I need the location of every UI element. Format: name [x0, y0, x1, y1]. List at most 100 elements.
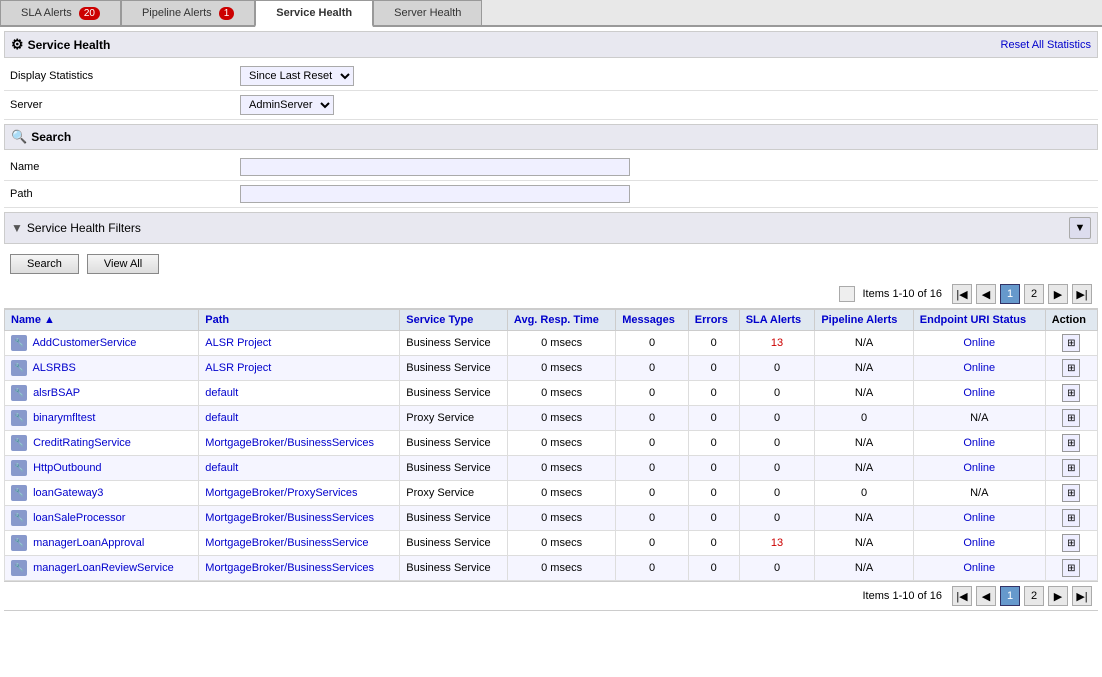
search-button[interactable]: Search	[10, 254, 79, 274]
cell-action[interactable]: ⊞	[1045, 556, 1097, 581]
first-page-button-top[interactable]: |◀	[952, 284, 972, 304]
prev-page-button-bottom[interactable]: ◀	[976, 586, 996, 606]
path-input[interactable]	[240, 185, 630, 203]
cell-action[interactable]: ⊞	[1045, 406, 1097, 431]
path-link[interactable]: MortgageBroker/BusinessServices	[205, 512, 374, 524]
cell-action[interactable]: ⊞	[1045, 356, 1097, 381]
service-name-link[interactable]: binarymfltest	[33, 412, 95, 424]
path-link[interactable]: default	[205, 387, 238, 399]
service-name-link[interactable]: CreditRatingService	[33, 437, 131, 449]
path-link[interactable]: default	[205, 462, 238, 474]
service-name-link[interactable]: loanGateway3	[33, 487, 103, 499]
cell-action[interactable]: ⊞	[1045, 481, 1097, 506]
page-1-button-top[interactable]: 1	[1000, 284, 1020, 304]
path-link[interactable]: MortgageBroker/BusinessServices	[205, 562, 374, 574]
search-section-header[interactable]: 🔍 Search	[4, 124, 1098, 150]
service-name-link[interactable]: AddCustomerService	[32, 337, 136, 349]
cell-service-type: Proxy Service	[400, 406, 508, 431]
path-sort-link[interactable]: Path	[205, 314, 229, 326]
service-name-link[interactable]: HttpOutbound	[33, 462, 102, 474]
path-link[interactable]: default	[205, 412, 238, 424]
cell-name: 🔧 AddCustomerService	[5, 331, 199, 356]
name-label: Name	[10, 161, 240, 173]
sla-alerts-sort-link[interactable]: SLA Alerts	[746, 314, 801, 326]
action-icon[interactable]: ⊞	[1062, 459, 1080, 477]
service-name-link[interactable]: managerLoanReviewService	[33, 562, 174, 574]
first-page-button-bottom[interactable]: |◀	[952, 586, 972, 606]
cell-sla-alerts: 0	[739, 456, 815, 481]
messages-sort-link[interactable]: Messages	[622, 314, 675, 326]
cell-action[interactable]: ⊞	[1045, 381, 1097, 406]
last-page-button-bottom[interactable]: ▶|	[1072, 586, 1092, 606]
cell-errors: 0	[688, 381, 739, 406]
service-type-sort-link[interactable]: Service Type	[406, 314, 473, 326]
path-link[interactable]: MortgageBroker/ProxyServices	[205, 487, 357, 499]
page-1-button-bottom[interactable]: 1	[1000, 586, 1020, 606]
cell-path: default	[199, 381, 400, 406]
path-link[interactable]: ALSR Project	[205, 362, 271, 374]
cell-messages: 0	[616, 356, 689, 381]
service-name-link[interactable]: alsrBSAP	[33, 387, 80, 399]
view-all-button[interactable]: View All	[87, 254, 159, 274]
action-icon[interactable]: ⊞	[1062, 384, 1080, 402]
action-icon[interactable]: ⊞	[1062, 509, 1080, 527]
table-row: 🔧 alsrBSAP default Business Service0 mse…	[5, 381, 1098, 406]
path-link[interactable]: ALSR Project	[205, 337, 271, 349]
service-health-table: Name ▲ Path Service Type Avg. Resp. Time…	[4, 309, 1098, 581]
name-sort-link[interactable]: Name ▲	[11, 314, 55, 326]
avg-resp-sort-link[interactable]: Avg. Resp. Time	[514, 314, 599, 326]
tab-service-health[interactable]: Service Health	[255, 0, 373, 27]
service-name-link[interactable]: loanSaleProcessor	[33, 512, 125, 524]
errors-sort-link[interactable]: Errors	[695, 314, 728, 326]
cell-action[interactable]: ⊞	[1045, 431, 1097, 456]
action-icon[interactable]: ⊞	[1062, 484, 1080, 502]
reset-all-statistics-link[interactable]: Reset All Statistics	[1001, 39, 1091, 51]
cell-service-type: Business Service	[400, 506, 508, 531]
name-input[interactable]	[240, 158, 630, 176]
cell-pipeline-alerts: 0	[815, 481, 913, 506]
table-row: 🔧 CreditRatingService MortgageBroker/Bus…	[5, 431, 1098, 456]
action-icon[interactable]: ⊞	[1062, 534, 1080, 552]
action-icon[interactable]: ⊞	[1062, 359, 1080, 377]
service-icon: 🔧	[11, 535, 27, 551]
tab-sla-alerts[interactable]: SLA Alerts 20	[0, 0, 121, 25]
action-icon[interactable]: ⊞	[1062, 559, 1080, 577]
cell-action[interactable]: ⊞	[1045, 531, 1097, 556]
service-name-link[interactable]: managerLoanApproval	[33, 537, 144, 549]
table-row: 🔧 AddCustomerService ALSR Project Busine…	[5, 331, 1098, 356]
cell-pipeline-alerts: N/A	[815, 356, 913, 381]
col-header-avg-resp: Avg. Resp. Time	[507, 310, 615, 331]
action-icon[interactable]: ⊞	[1062, 434, 1080, 452]
cell-action[interactable]: ⊞	[1045, 506, 1097, 531]
collapse-button[interactable]: ▼	[1069, 217, 1091, 239]
cell-action[interactable]: ⊞	[1045, 331, 1097, 356]
path-link[interactable]: MortgageBroker/BusinessService	[205, 537, 368, 549]
page-2-button-bottom[interactable]: 2	[1024, 586, 1044, 606]
last-page-button-top[interactable]: ▶|	[1072, 284, 1092, 304]
cell-endpoint-uri: Online	[913, 506, 1045, 531]
cell-endpoint-uri: Online	[913, 456, 1045, 481]
prev-page-button-top[interactable]: ◀	[976, 284, 996, 304]
table-row: 🔧 loanGateway3 MortgageBroker/ProxyServi…	[5, 481, 1098, 506]
display-statistics-select[interactable]: Since Last Reset Last Hour Last Day	[240, 66, 354, 86]
tab-pipeline-alerts[interactable]: Pipeline Alerts 1	[121, 0, 255, 25]
filters-row[interactable]: ▼ Service Health Filters ▼	[4, 212, 1098, 244]
pipeline-alerts-sort-link[interactable]: Pipeline Alerts	[821, 314, 897, 326]
tab-server-health[interactable]: Server Health	[373, 0, 482, 25]
path-link[interactable]: MortgageBroker/BusinessServices	[205, 437, 374, 449]
cell-path: default	[199, 406, 400, 431]
endpoint-uri-sort-link[interactable]: Endpoint URI Status	[920, 314, 1026, 326]
server-select[interactable]: AdminServer	[240, 95, 334, 115]
next-page-button-top[interactable]: ▶	[1048, 284, 1068, 304]
cell-errors: 0	[688, 481, 739, 506]
action-icon[interactable]: ⊞	[1062, 334, 1080, 352]
table-row: 🔧 managerLoanReviewService MortgageBroke…	[5, 556, 1098, 581]
cell-messages: 0	[616, 331, 689, 356]
service-name-link[interactable]: ALSRBS	[32, 362, 75, 374]
cell-endpoint-uri: N/A	[913, 406, 1045, 431]
next-page-button-bottom[interactable]: ▶	[1048, 586, 1068, 606]
cell-path: MortgageBroker/BusinessServices	[199, 556, 400, 581]
page-2-button-top[interactable]: 2	[1024, 284, 1044, 304]
action-icon[interactable]: ⊞	[1062, 409, 1080, 427]
cell-action[interactable]: ⊞	[1045, 456, 1097, 481]
